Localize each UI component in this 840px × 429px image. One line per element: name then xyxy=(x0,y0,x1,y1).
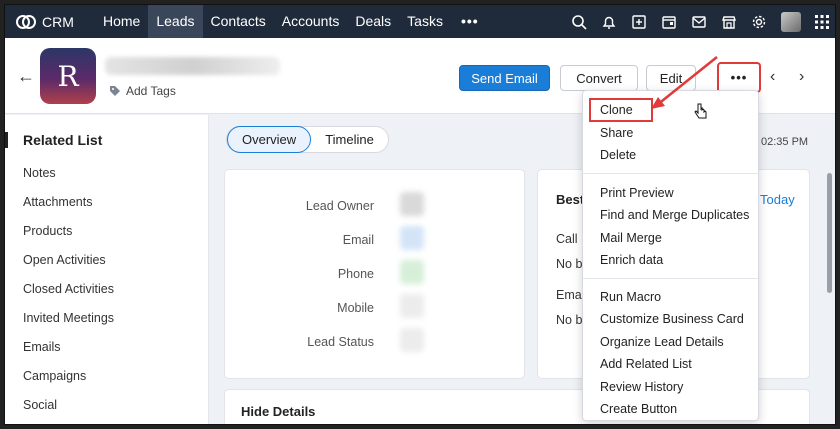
menu-item-share[interactable]: Share xyxy=(600,126,633,140)
sidebar-item-products[interactable]: Products xyxy=(23,224,72,238)
nav-tab-deals[interactable]: Deals xyxy=(347,5,399,38)
lead-avatar: R xyxy=(40,48,96,104)
menu-divider xyxy=(583,278,758,279)
search-icon[interactable] xyxy=(571,14,587,30)
field-value-redacted xyxy=(400,226,424,250)
hide-details-label: Hide Details xyxy=(241,404,316,419)
field-value-redacted xyxy=(400,192,424,216)
menu-item-organize-lead-details[interactable]: Organize Lead Details xyxy=(600,335,724,349)
sidebar-item-campaigns[interactable]: Campaigns xyxy=(23,369,86,383)
send-email-button[interactable]: Send Email xyxy=(459,65,550,91)
add-tags-label: Add Tags xyxy=(126,84,176,98)
top-nav: CRM Home Leads Contacts Accounts Deals T… xyxy=(5,5,835,38)
hand-cursor-icon xyxy=(694,103,707,119)
menu-item-run-macro[interactable]: Run Macro xyxy=(600,290,661,304)
last-modified-time: 02:35 PM xyxy=(761,136,809,148)
field-label-phone: Phone xyxy=(337,267,374,281)
back-arrow-icon[interactable]: ← xyxy=(17,66,35,87)
lead-fields-card: Lead Owner Email Phone Mobile Lead Statu… xyxy=(224,169,525,379)
next-record-icon[interactable]: › xyxy=(799,68,804,86)
avatar[interactable] xyxy=(781,11,801,32)
field-value-redacted xyxy=(400,294,424,318)
add-note-icon[interactable] xyxy=(631,14,647,30)
add-tags-link[interactable]: Add Tags xyxy=(109,84,176,98)
menu-item-clone[interactable]: Clone xyxy=(600,103,633,117)
menu-divider xyxy=(583,173,758,174)
sidebar-item-open-activities[interactable]: Open Activities xyxy=(23,253,106,267)
view-toggle: Overview Timeline xyxy=(226,126,389,153)
brand[interactable]: CRM xyxy=(5,14,95,30)
tab-timeline[interactable]: Timeline xyxy=(311,127,388,152)
sidebar-item-emails[interactable]: Emails xyxy=(23,340,61,354)
nav-tab-contacts[interactable]: Contacts xyxy=(203,5,274,38)
convert-button[interactable]: Convert xyxy=(560,65,638,91)
scrollbar[interactable] xyxy=(827,173,832,293)
call-label: Call xyxy=(556,232,578,246)
sidebar-item-social[interactable]: Social xyxy=(23,398,57,412)
previous-record-icon[interactable]: ‹ xyxy=(770,68,775,86)
nav-tab-tasks[interactable]: Tasks xyxy=(399,5,451,38)
crm-window: CRM Home Leads Contacts Accounts Deals T… xyxy=(4,4,836,425)
field-label-lead-status: Lead Status xyxy=(307,335,374,349)
field-value-redacted xyxy=(400,328,424,352)
sidebar-title: Related List xyxy=(23,132,103,148)
crm-logo-icon xyxy=(16,14,36,29)
lead-name-redacted xyxy=(105,57,280,75)
tag-icon xyxy=(110,86,120,96)
menu-item-add-related-list[interactable]: Add Related List xyxy=(600,357,692,371)
menu-item-find-merge-duplicates[interactable]: Find and Merge Duplicates xyxy=(600,208,749,222)
related-list-sidebar: Related List Notes Attachments Products … xyxy=(5,115,209,424)
bell-icon[interactable] xyxy=(601,14,617,30)
brand-name: CRM xyxy=(42,13,74,30)
menu-item-print-preview[interactable]: Print Preview xyxy=(600,186,674,200)
apps-grid-icon[interactable] xyxy=(815,14,829,29)
field-label-email: Email xyxy=(342,233,374,247)
menu-item-mail-merge[interactable]: Mail Merge xyxy=(600,231,662,245)
menu-item-enrich-data[interactable]: Enrich data xyxy=(600,253,663,267)
field-label-mobile: Mobile xyxy=(337,301,374,315)
sidebar-title-marker xyxy=(5,132,8,148)
best-time-title: Best xyxy=(556,192,585,207)
sidebar-item-attachments[interactable]: Attachments xyxy=(23,195,92,209)
edit-button[interactable]: Edit xyxy=(646,65,696,91)
tab-overview[interactable]: Overview xyxy=(227,126,312,153)
sidebar-item-notes[interactable]: Notes xyxy=(23,166,56,180)
sidebar-item-invited-meetings[interactable]: Invited Meetings xyxy=(23,311,114,325)
nav-tab-leads[interactable]: Leads xyxy=(148,5,203,38)
store-icon[interactable] xyxy=(721,14,737,30)
nav-tab-home[interactable]: Home xyxy=(95,5,148,38)
field-value-redacted xyxy=(400,260,424,284)
nav-more-button[interactable]: ••• xyxy=(451,5,489,38)
nav-tab-accounts[interactable]: Accounts xyxy=(274,5,348,38)
more-actions-button[interactable]: ••• xyxy=(717,62,761,93)
today-link[interactable]: Today xyxy=(760,192,795,207)
nav-icons xyxy=(571,5,829,38)
gear-icon[interactable] xyxy=(751,14,767,30)
menu-item-review-history[interactable]: Review History xyxy=(600,380,683,394)
menu-item-delete[interactable]: Delete xyxy=(600,148,636,162)
sidebar-item-closed-activities[interactable]: Closed Activities xyxy=(23,282,114,296)
menu-item-create-button[interactable]: Create Button xyxy=(600,402,677,416)
menu-item-customize-business-card[interactable]: Customize Business Card xyxy=(600,312,744,326)
calendar-icon[interactable] xyxy=(661,14,677,30)
more-actions-menu: Clone Share Delete Print Preview Find an… xyxy=(582,90,759,421)
mail-icon[interactable] xyxy=(691,14,707,30)
email-label: Emai xyxy=(556,288,585,302)
field-label-lead-owner: Lead Owner xyxy=(305,199,374,213)
